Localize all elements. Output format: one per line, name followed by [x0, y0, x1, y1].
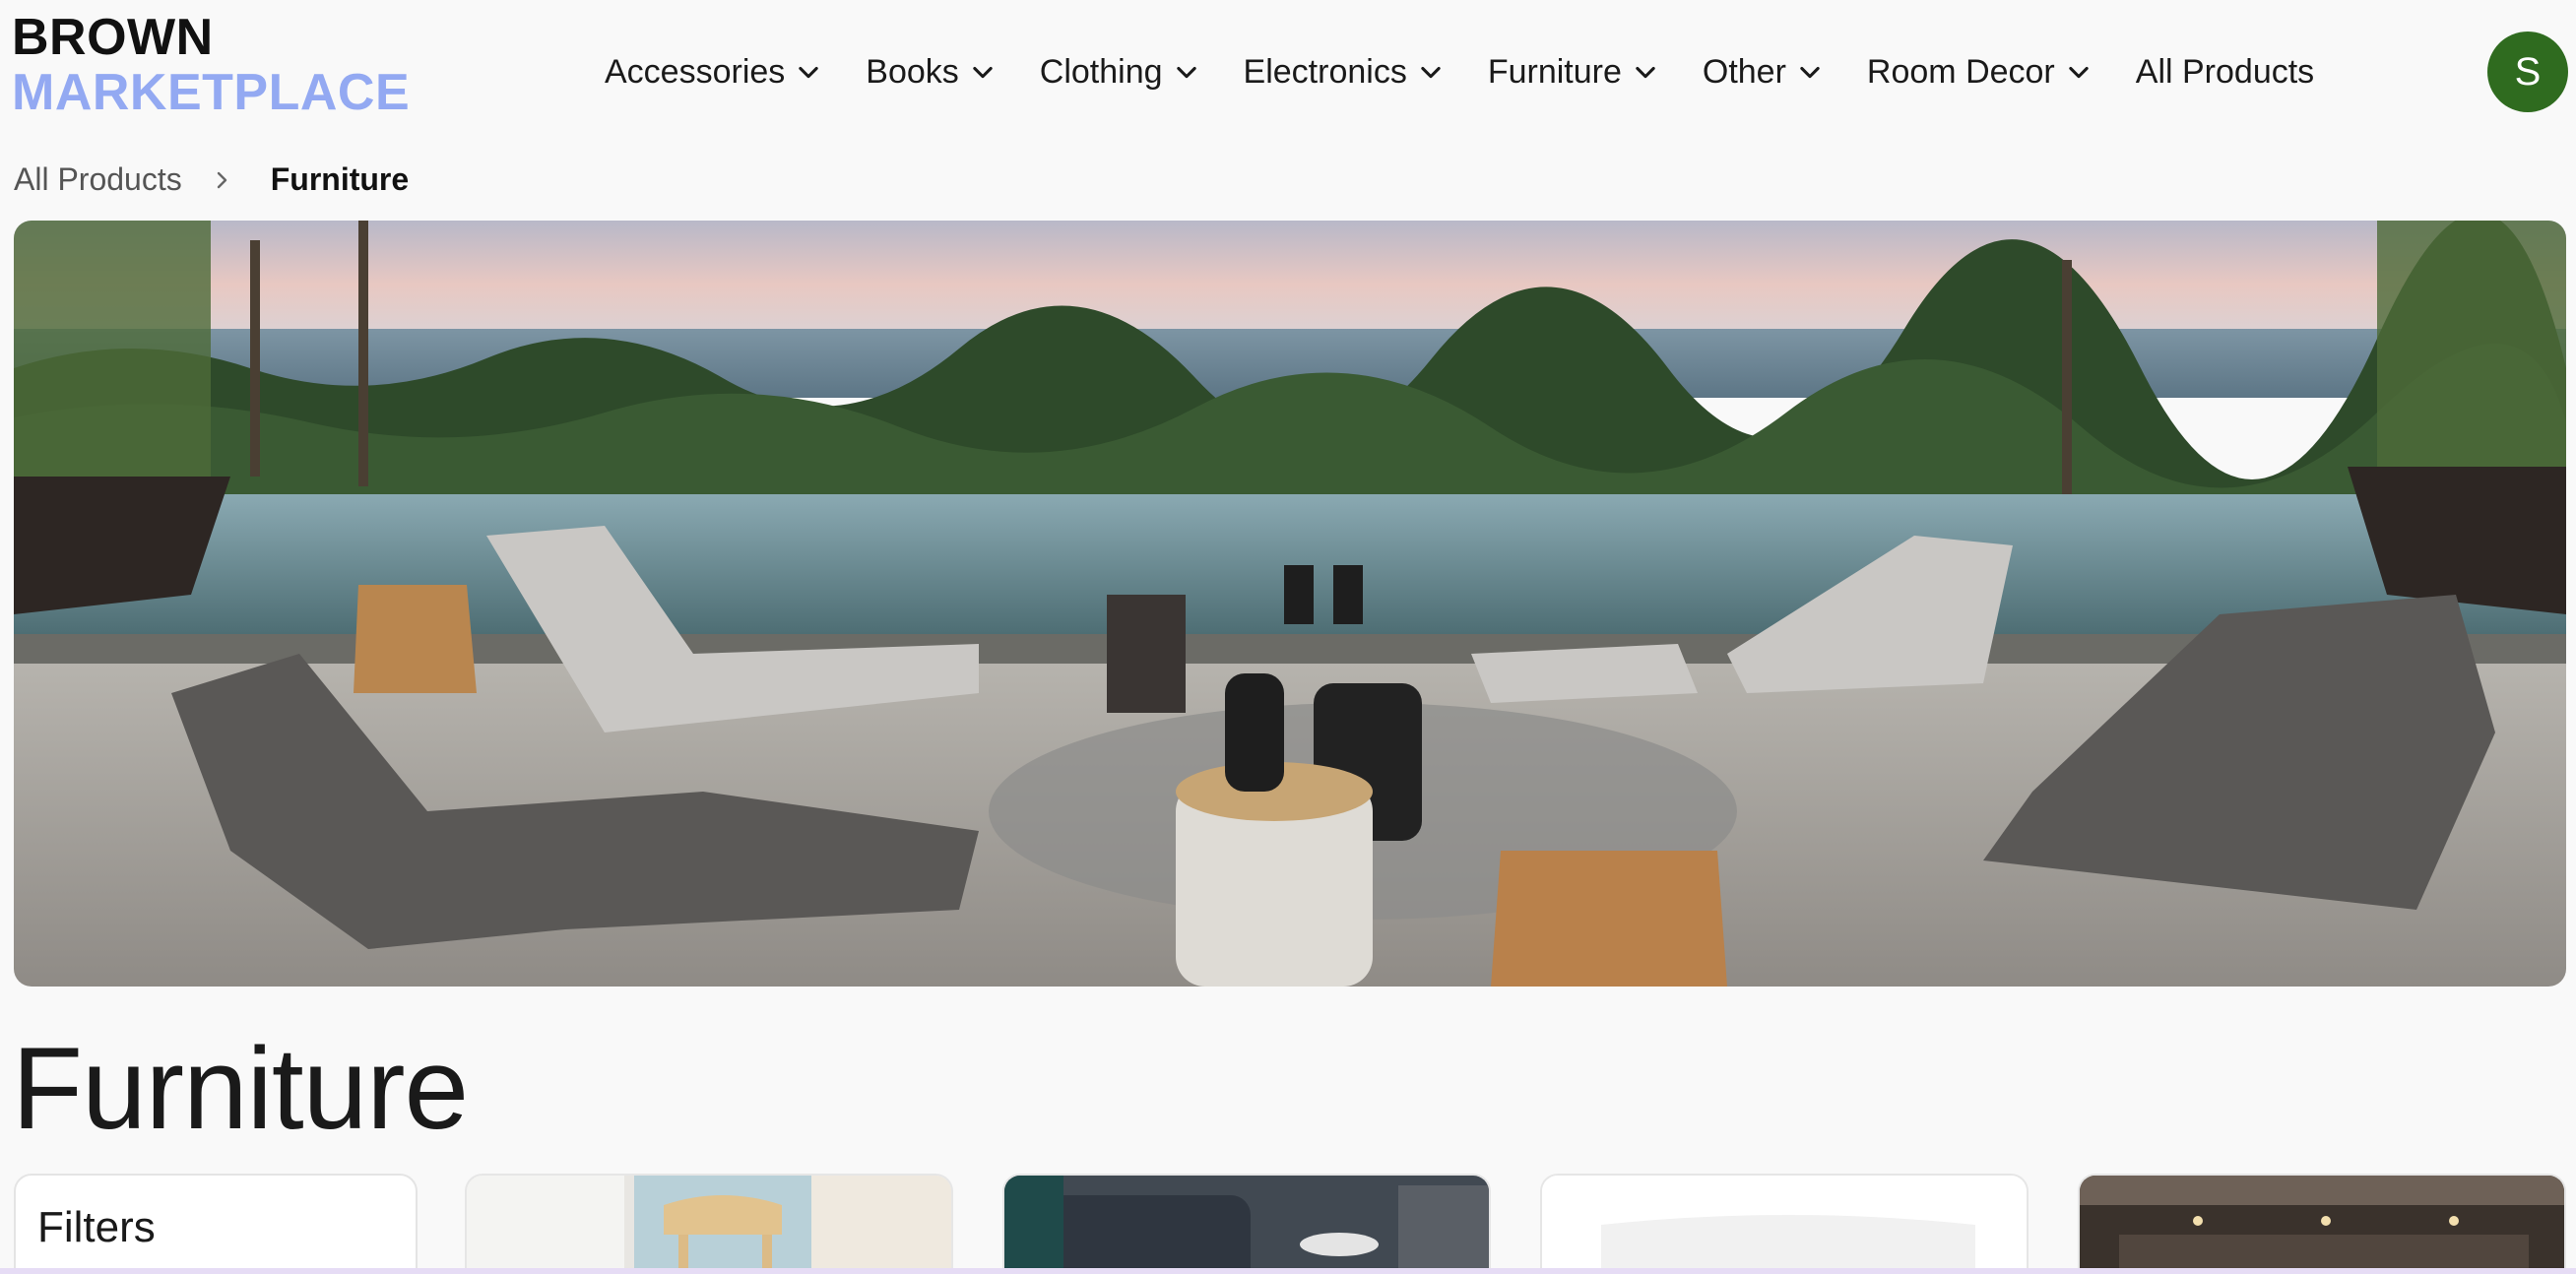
chevron-down-icon: [1800, 66, 1820, 79]
chevron-down-icon: [1636, 66, 1655, 79]
nav-item-clothing[interactable]: Clothing: [1040, 53, 1200, 92]
nav-item-electronics[interactable]: Electronics: [1244, 53, 1445, 92]
chevron-down-icon: [973, 66, 993, 79]
nav-item-label: Accessories: [605, 52, 786, 91]
brand-name-line2: MARKETPLACE: [12, 64, 411, 121]
breadcrumb: All Products Furniture: [14, 161, 409, 198]
product-card[interactable]: [465, 1174, 953, 1274]
product-image: [1004, 1176, 1489, 1274]
nav-item-room-decor[interactable]: Room Decor: [1867, 53, 2093, 92]
nav-item-accessories[interactable]: Accessories: [605, 53, 822, 92]
site-header: BROWN MARKETPLACE Accessories Books Clot…: [0, 0, 2576, 148]
product-card[interactable]: [1002, 1174, 1491, 1274]
nav-item-books[interactable]: Books: [866, 53, 997, 92]
product-card[interactable]: [1540, 1174, 2029, 1274]
product-card[interactable]: [2078, 1174, 2566, 1274]
chevron-right-icon: [217, 171, 226, 188]
main-nav: Accessories Books Clothing Electronics F…: [605, 49, 2314, 95]
nav-item-label: Other: [1702, 52, 1786, 91]
breadcrumb-link-all-products[interactable]: All Products: [14, 161, 182, 198]
user-avatar[interactable]: S: [2487, 32, 2568, 112]
brand-name-line1: BROWN: [12, 9, 214, 66]
page-title: Furniture: [12, 1024, 469, 1154]
nav-item-label: Books: [866, 52, 959, 91]
outdoor-furniture-scene: [14, 221, 2566, 987]
nav-item-furniture[interactable]: Furniture: [1488, 53, 1659, 92]
avatar-initial: S: [2514, 49, 2542, 94]
filters-panel: Filters: [14, 1174, 418, 1274]
nav-item-label: All Products: [2135, 52, 2315, 91]
brand-logo[interactable]: BROWN MARKETPLACE: [12, 12, 410, 118]
product-image: [1542, 1176, 2027, 1274]
nav-item-label: Furniture: [1487, 52, 1622, 91]
nav-item-all-products[interactable]: All Products: [2136, 53, 2314, 92]
breadcrumb-current: Furniture: [270, 161, 410, 197]
nav-item-label: Clothing: [1039, 52, 1163, 91]
nav-item-label: Electronics: [1243, 52, 1407, 91]
chevron-down-icon: [1176, 66, 1196, 79]
product-image: [467, 1176, 951, 1274]
nav-item-label: Room Decor: [1866, 52, 2055, 91]
product-image: [2080, 1176, 2564, 1274]
filters-title: Filters: [37, 1203, 156, 1251]
hero-banner-image: [14, 221, 2566, 987]
chevron-down-icon: [1421, 66, 1441, 79]
chevron-down-icon: [2069, 66, 2089, 79]
page-bottom-edge: [0, 1268, 2576, 1274]
nav-item-other[interactable]: Other: [1703, 53, 1824, 92]
chevron-down-icon: [799, 66, 818, 79]
